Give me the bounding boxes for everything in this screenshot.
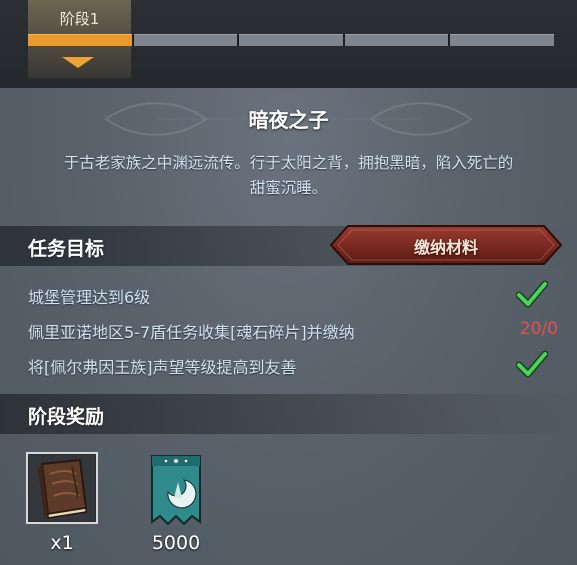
- rewards-section-title: 阶段奖励: [28, 406, 105, 428]
- reward-item[interactable]: x1: [26, 452, 98, 554]
- progress-segment: [344, 34, 449, 46]
- stage-progress-bar: [28, 34, 554, 46]
- progress-segment: [450, 34, 554, 46]
- description-line: 于古老家族之中渊远流传。行于太阳之背，拥抱黑暗，陷入死亡的: [63, 154, 514, 172]
- task-item: 将[佩尔弗因王族]声望等级提高到友善: [28, 350, 548, 380]
- tasks-section-title: 任务目标: [28, 238, 105, 260]
- progress-segment: [133, 34, 238, 46]
- stage-description: 于古老家族之中渊远流传。行于太阳之背，拥抱黑暗，陷入死亡的 甜蜜沉睡。: [28, 151, 549, 201]
- submit-button-label: 缴纳材料: [413, 238, 478, 257]
- task-text: 将[佩尔弗因王族]声望等级提高到友善: [28, 358, 297, 377]
- book-icon: [26, 452, 98, 524]
- stage-label: 阶段1: [59, 10, 100, 28]
- task-text: 佩里亚诺地区5-7盾任务收集[魂石碎片]并缴纳: [28, 323, 355, 342]
- progress-segment: [28, 34, 132, 46]
- task-item: 佩里亚诺地区5-7盾任务收集[魂石碎片]并缴纳 20/0: [28, 319, 558, 345]
- moon-banner-icon: [151, 455, 201, 526]
- reward-quantity: 5000: [151, 532, 201, 554]
- reward-quantity: x1: [50, 532, 74, 554]
- check-icon: [516, 280, 548, 308]
- page-title: 暗夜之子: [248, 108, 329, 132]
- task-item: 城堡管理达到6级: [28, 280, 548, 310]
- chevron-down-icon: [62, 57, 94, 68]
- task-progress: 20/0: [519, 319, 558, 339]
- task-text: 城堡管理达到6级: [28, 288, 151, 307]
- reward-item[interactable]: 5000: [146, 452, 218, 554]
- progress-segment: [239, 34, 343, 46]
- submit-materials-button[interactable]: 缴纳材料: [330, 225, 562, 265]
- check-icon: [516, 350, 548, 378]
- description-line: 甜蜜沉睡。: [249, 179, 328, 197]
